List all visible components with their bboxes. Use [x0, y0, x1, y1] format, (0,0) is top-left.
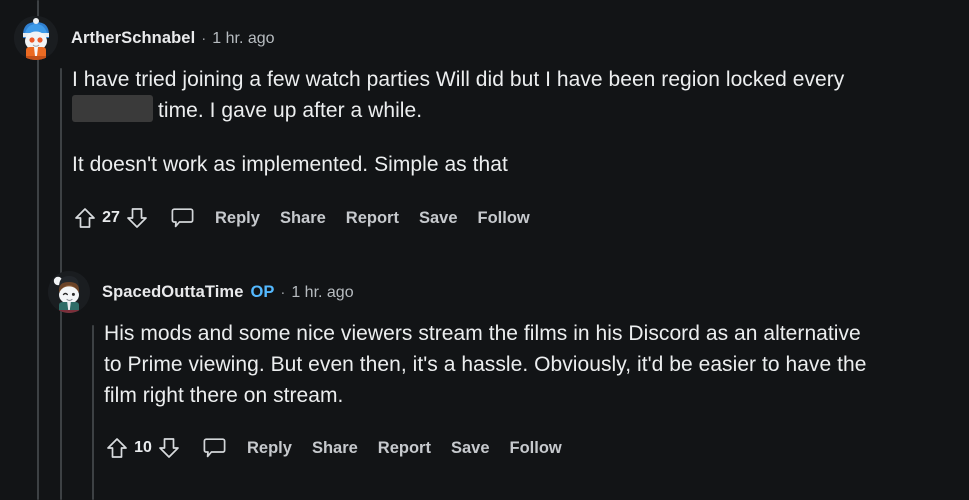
- comment-action-bar: 27 Reply Share Report Save Follow: [0, 201, 969, 235]
- meta-separator: ·: [280, 284, 285, 301]
- reply-button[interactable]: Reply: [215, 209, 260, 228]
- comment-paragraph: It doesn't work as implemented. Simple a…: [72, 149, 900, 180]
- vote-count: 10: [132, 439, 154, 457]
- comment-paragraph: His mods and some nice viewers stream th…: [104, 318, 880, 411]
- reply-button[interactable]: Reply: [247, 439, 292, 458]
- comment-action-bar: 10 Reply Share Report Save Follow: [0, 431, 969, 465]
- comment-bubble-icon[interactable]: [201, 435, 227, 461]
- comment-artherschnabel: ArtherSchnabel · 1 hr. ago I have tried …: [0, 18, 969, 235]
- upvote-arrow-icon[interactable]: [72, 205, 98, 231]
- comment-header: ArtherSchnabel · 1 hr. ago: [0, 18, 969, 58]
- comment-author-line: ArtherSchnabel · 1 hr. ago: [71, 29, 275, 48]
- avatar-artherschnabel[interactable]: [14, 16, 58, 60]
- vote-group: 10: [104, 435, 182, 461]
- comment-header: SpacedOuttaTime OP · 1 hr. ago: [0, 272, 969, 312]
- upvote-arrow-icon[interactable]: [104, 435, 130, 461]
- share-button[interactable]: Share: [312, 439, 358, 458]
- comment-paragraph: I have tried joining a few watch parties…: [72, 64, 900, 126]
- paragraph-text-before-spoiler: I have tried joining a few watch parties…: [72, 68, 844, 91]
- downvote-arrow-icon[interactable]: [124, 205, 150, 231]
- op-badge: OP: [250, 283, 274, 302]
- paragraph-text-after-spoiler: time. I gave up after a while.: [158, 99, 422, 122]
- follow-button[interactable]: Follow: [510, 439, 562, 458]
- author-name[interactable]: ArtherSchnabel: [71, 29, 195, 48]
- meta-separator: ·: [201, 30, 206, 47]
- author-name[interactable]: SpacedOuttaTime: [102, 283, 243, 302]
- vote-group: 27: [72, 205, 150, 231]
- spoiler-block[interactable]: [72, 95, 153, 122]
- avatar-spacedouttatime[interactable]: [48, 271, 90, 313]
- comment-spacedouttatime: SpacedOuttaTime OP · 1 hr. ago His mods …: [0, 272, 969, 465]
- follow-button[interactable]: Follow: [478, 209, 530, 228]
- share-button[interactable]: Share: [280, 209, 326, 228]
- comment-body: I have tried joining a few watch parties…: [0, 58, 900, 180]
- comment-timestamp: 1 hr. ago: [212, 30, 274, 48]
- save-button[interactable]: Save: [451, 439, 490, 458]
- comment-author-line: SpacedOuttaTime OP · 1 hr. ago: [102, 283, 354, 302]
- comment-timestamp: 1 hr. ago: [291, 284, 353, 302]
- comment-body: His mods and some nice viewers stream th…: [0, 312, 880, 411]
- save-button[interactable]: Save: [419, 209, 458, 228]
- report-button[interactable]: Report: [378, 439, 431, 458]
- downvote-arrow-icon[interactable]: [156, 435, 182, 461]
- comment-bubble-icon[interactable]: [169, 205, 195, 231]
- report-button[interactable]: Report: [346, 209, 399, 228]
- vote-count: 27: [100, 209, 122, 227]
